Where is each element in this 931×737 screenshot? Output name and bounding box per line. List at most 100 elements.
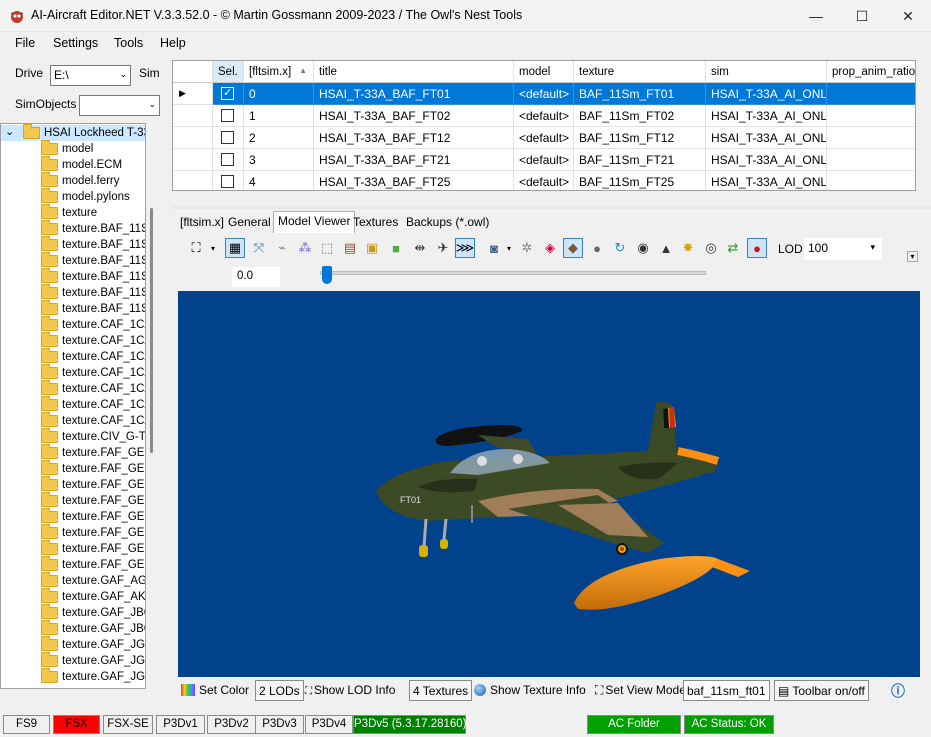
sim-p3dv4-button[interactable]: P3Dv4: [305, 715, 353, 734]
points-icon[interactable]: ⁂: [295, 238, 315, 258]
texture-cell[interactable]: BAF_11Sm_FT01: [574, 83, 706, 105]
prop-anim-ratio-cell[interactable]: [827, 127, 915, 149]
menu-tools[interactable]: Tools: [114, 36, 143, 50]
menu-file[interactable]: File: [15, 36, 35, 50]
row-header[interactable]: [173, 149, 213, 171]
shaded-icon[interactable]: ■: [386, 238, 406, 258]
idx-cell[interactable]: 1: [244, 105, 314, 127]
idx-cell[interactable]: 0: [244, 83, 314, 105]
table-row[interactable]: 2 HSAI_T-33A_BAF_FT12 <default> BAF_11Sm_FT…: [173, 127, 915, 149]
apple-icon[interactable]: ●: [747, 238, 767, 258]
row-checkbox[interactable]: ✓: [221, 87, 234, 100]
simobjects-select[interactable]: ⌄: [79, 95, 160, 116]
animation-icon[interactable]: ⋙: [455, 238, 475, 258]
texture-render-icon[interactable]: ▣: [362, 238, 382, 258]
camera-icon[interactable]: ◙: [484, 238, 504, 258]
tree-item[interactable]: texture.FAF_GE31: [1, 444, 145, 461]
row-checkbox[interactable]: [221, 175, 234, 188]
tree-item[interactable]: texture.CAF_1CA0: [1, 364, 145, 381]
sim-p3dv1-button[interactable]: P3Dv1: [156, 715, 205, 734]
table-row[interactable]: 3 HSAI_T-33A_BAF_FT21 <default> BAF_11Sm_FT…: [173, 149, 915, 171]
row-header[interactable]: [173, 171, 213, 190]
texture-cell[interactable]: BAF_11Sm_FT25: [574, 171, 706, 190]
axis-icon[interactable]: ⤧: [249, 238, 269, 258]
tree-item[interactable]: model.pylons: [1, 188, 145, 205]
idx-cell[interactable]: 3: [244, 149, 314, 171]
maximize-button[interactable]: ☐: [839, 0, 885, 32]
row-header[interactable]: ▶: [173, 83, 213, 105]
model-cell[interactable]: <default>: [514, 149, 574, 171]
refresh-icon[interactable]: ⇄: [723, 238, 743, 258]
tab-general[interactable]: General: [224, 213, 275, 232]
minimize-button[interactable]: —: [793, 0, 839, 32]
eye-icon[interactable]: ◎: [701, 238, 721, 258]
animation-value-field[interactable]: 0.0: [232, 267, 280, 287]
tree-item[interactable]: texture.BAF_11Sm: [1, 252, 145, 269]
tree-item[interactable]: texture.FAF_GE31: [1, 524, 145, 541]
show-texture-info-button[interactable]: Show Texture Info: [471, 680, 589, 701]
column-model[interactable]: model: [514, 61, 574, 83]
lod-select[interactable]: 100 ▾: [804, 238, 882, 260]
column-title[interactable]: title: [314, 61, 514, 83]
model-cell[interactable]: <default>: [514, 127, 574, 149]
sel-cell[interactable]: [213, 149, 244, 171]
texture-cell[interactable]: BAF_11Sm_FT21: [574, 149, 706, 171]
tab-fltsim[interactable]: [fltsim.x]: [176, 213, 228, 232]
tree-item[interactable]: texture.BAF_11Sm: [1, 284, 145, 301]
airplane-icon[interactable]: ✈: [433, 238, 453, 258]
tree-root[interactable]: ⌄ HSAI Lockheed T-33: [1, 124, 145, 141]
tree-item[interactable]: model: [1, 140, 145, 157]
row-header[interactable]: [173, 127, 213, 149]
row-header[interactable]: [173, 105, 213, 127]
column-prop-anim-ratio[interactable]: prop_anim_ratio: [827, 61, 915, 83]
sel-cell[interactable]: [213, 105, 244, 127]
drive-select[interactable]: E:\ ⌄: [50, 65, 131, 86]
tree-item[interactable]: texture.GAF_JBG: [1, 604, 145, 621]
title-cell[interactable]: HSAI_T-33A_BAF_FT25: [314, 171, 514, 190]
idx-cell[interactable]: 4: [244, 171, 314, 190]
tree-item[interactable]: texture.BAF_11Sm: [1, 220, 145, 237]
tree-item[interactable]: texture.GAF_JBG: [1, 620, 145, 637]
sim-cell[interactable]: HSAI_T-33A_AI_ONLY: [706, 83, 827, 105]
row-checkbox[interactable]: [221, 131, 234, 144]
tab-model-viewer[interactable]: Model Viewer: [273, 211, 356, 233]
tree-item[interactable]: texture.GAF_AGK: [1, 572, 145, 589]
sim-cell[interactable]: HSAI_T-33A_AI_ONLY: [706, 105, 827, 127]
prop-anim-ratio-cell[interactable]: [827, 83, 915, 105]
table-row[interactable]: ▶ ✓ 0 HSAI_T-33A_BAF_FT01 <default> BAF_11Sm_…: [173, 83, 915, 105]
info-icon[interactable]: ⓘ: [888, 680, 908, 701]
tree-item[interactable]: texture.FAF_GE31: [1, 540, 145, 557]
tree-item[interactable]: texture.BAF_11Sm: [1, 300, 145, 317]
model-cell[interactable]: <default>: [514, 105, 574, 127]
tree-item[interactable]: texture.CAF_1CA0: [1, 380, 145, 397]
close-button[interactable]: ✕: [885, 0, 931, 32]
bounding-box-icon[interactable]: ⬚: [317, 238, 337, 258]
sim-cell[interactable]: HSAI_T-33A_AI_ONLY: [706, 171, 827, 190]
animation-slider[interactable]: [320, 271, 706, 275]
column-fltsim[interactable]: [fltsim.x] ▲: [244, 61, 314, 83]
sel-cell[interactable]: [213, 127, 244, 149]
sim-p3dv3-button[interactable]: P3Dv3: [255, 715, 304, 734]
menu-settings[interactable]: Settings: [53, 36, 98, 50]
cube-color-icon[interactable]: ◈: [540, 238, 560, 258]
title-cell[interactable]: HSAI_T-33A_BAF_FT12: [314, 127, 514, 149]
row-checkbox[interactable]: [221, 153, 234, 166]
toolbar-overflow-icon[interactable]: ▾: [907, 251, 918, 262]
tree-item[interactable]: texture.GAF_JG7: [1, 636, 145, 653]
sphere-icon[interactable]: ●: [587, 238, 607, 258]
tree-item[interactable]: texture.CIV_G-TB: [1, 428, 145, 445]
grid-toggle-icon[interactable]: ▦: [225, 238, 245, 258]
title-cell[interactable]: HSAI_T-33A_BAF_FT21: [314, 149, 514, 171]
tree-item[interactable]: texture.CAF_1CA0: [1, 396, 145, 413]
wireframe-icon[interactable]: ⌁: [272, 238, 292, 258]
shadow-icon[interactable]: ▲: [656, 238, 676, 258]
tree-item[interactable]: texture.FAF_GE31: [1, 556, 145, 573]
light-icon[interactable]: ✸: [678, 238, 698, 258]
sim-p3dv5-button[interactable]: P3Dv5 (5.3.17.28160): [353, 715, 467, 734]
settings-icon[interactable]: ✲: [517, 238, 537, 258]
sim-fsx-button[interactable]: FSX: [53, 715, 100, 734]
column-texture[interactable]: texture: [574, 61, 706, 83]
row-checkbox[interactable]: [221, 109, 234, 122]
tree-item[interactable]: texture.BAF_11Sm: [1, 268, 145, 285]
column-sel[interactable]: Sel.: [213, 61, 244, 83]
